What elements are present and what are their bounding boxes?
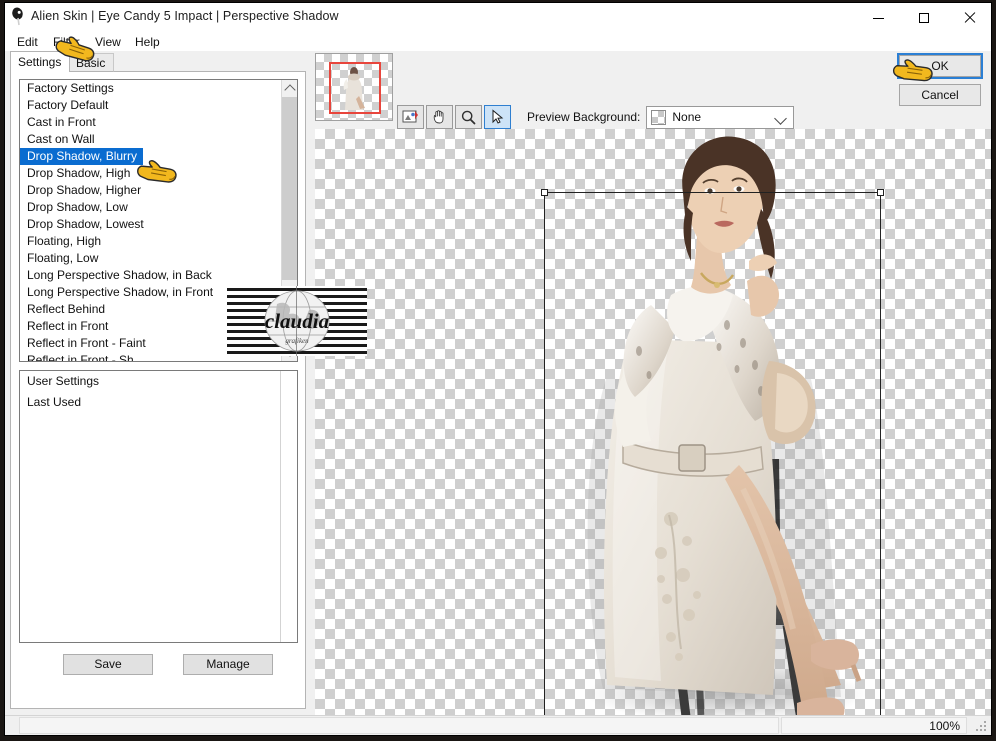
transparency-swatch-icon xyxy=(651,109,667,125)
tab-strip: Settings Basic xyxy=(10,51,306,72)
menu-item-edit[interactable]: Edit xyxy=(14,34,41,50)
claudia-watermark: claudia grafiken xyxy=(227,286,367,356)
list-item-label: Floating, High xyxy=(27,234,102,248)
crop-preview-icon-button[interactable] xyxy=(397,105,424,129)
scrollbar-thumb[interactable] xyxy=(282,97,297,280)
list-item-label: Drop Shadow, High xyxy=(27,166,131,180)
list-item-label: Drop Shadow, Low xyxy=(27,200,128,214)
list-item-label: Floating, Low xyxy=(27,251,99,265)
application-window: Alien Skin | Eye Candy 5 Impact | Perspe… xyxy=(4,2,992,736)
preview-background-select[interactable]: None xyxy=(646,105,795,129)
preview-area: Preview Background: None OK Cancel xyxy=(311,51,991,717)
minimize-button[interactable] xyxy=(856,3,901,32)
save-button[interactable]: Save xyxy=(63,654,153,675)
list-item[interactable]: Drop Shadow, Low xyxy=(20,199,282,216)
select-arrow-icon-button[interactable] xyxy=(484,105,511,129)
status-bar: 100% xyxy=(5,715,991,735)
tab-settings[interactable]: Settings xyxy=(10,51,71,72)
manage-button[interactable]: Manage xyxy=(183,654,273,675)
list-item[interactable]: Drop Shadow, Higher xyxy=(20,182,282,199)
maximize-icon xyxy=(918,12,929,23)
list-item[interactable]: Last Used xyxy=(20,392,297,413)
pan-hand-icon-button[interactable] xyxy=(426,105,453,129)
list-item-label: Drop Shadow, Lowest xyxy=(27,217,144,231)
preset-buttons: Save Manage xyxy=(11,654,307,680)
preview-background-value: None xyxy=(672,110,702,124)
select-arrow-icon xyxy=(492,109,504,124)
list-item[interactable]: Long Perspective Shadow, in Back xyxy=(20,267,282,284)
menu-item-filter[interactable]: Filter xyxy=(50,34,83,50)
tab-basic[interactable]: Basic xyxy=(68,53,115,72)
list-item[interactable]: Floating, Low xyxy=(20,250,282,267)
alien-skin-logo-icon xyxy=(9,6,29,26)
list-item[interactable]: Floating, High xyxy=(20,233,282,250)
zoom-magnifier-icon-button[interactable] xyxy=(455,105,482,129)
thumbnail-viewport-rect[interactable] xyxy=(329,62,381,114)
settings-tab-panel: Factory Settings Factory Default Cast in… xyxy=(10,71,306,709)
list-item-label: Cast on Wall xyxy=(27,132,95,146)
status-zoom-level: 100% xyxy=(781,717,967,734)
preview-canvas[interactable] xyxy=(315,129,991,717)
list-item[interactable]: Drop Shadow, High xyxy=(20,165,282,182)
close-button[interactable] xyxy=(946,3,991,32)
main-content: Settings Basic Factory Settings Factory … xyxy=(5,51,991,717)
selection-handle-top-right[interactable] xyxy=(877,189,884,196)
zoom-magnifier-icon xyxy=(461,110,476,124)
list-item-label: Drop Shadow, Blurry xyxy=(20,148,144,165)
window-title: Alien Skin | Eye Candy 5 Impact | Perspe… xyxy=(31,9,339,23)
chevron-down-icon xyxy=(774,111,788,125)
list-item-label: Long Perspective Shadow, in Back xyxy=(27,268,212,282)
thumbnail-navigator[interactable] xyxy=(315,53,393,121)
dialog-buttons: OK Cancel xyxy=(897,53,983,106)
minimize-icon xyxy=(873,18,884,19)
pan-hand-icon xyxy=(433,109,444,123)
list-item[interactable]: Drop Shadow, Lowest xyxy=(20,216,282,233)
close-icon xyxy=(963,12,975,24)
ok-button[interactable]: OK xyxy=(897,53,983,79)
list-item-label: Drop Shadow, Higher xyxy=(27,183,142,197)
chevron-up-icon xyxy=(283,84,296,96)
selection-handle-top-left[interactable] xyxy=(541,189,548,196)
list-item[interactable]: User Settings xyxy=(20,371,297,392)
list-item[interactable]: Factory Default xyxy=(20,97,282,114)
list-item-label: Factory Default xyxy=(27,98,109,112)
settings-panel: Settings Basic Factory Settings Factory … xyxy=(10,51,306,709)
crop-preview-icon xyxy=(402,110,418,123)
scroll-up-button[interactable] xyxy=(282,80,297,97)
window-controls xyxy=(856,3,991,32)
list-item-label: Factory Settings xyxy=(27,81,114,95)
preview-selection-rect[interactable] xyxy=(541,189,884,717)
list-item[interactable]: Factory Settings xyxy=(20,80,282,97)
menu-item-help[interactable]: Help xyxy=(132,34,163,50)
user-settings-list[interactable]: User Settings Last Used xyxy=(19,370,298,643)
title-bar: Alien Skin | Eye Candy 5 Impact | Perspe… xyxy=(5,3,991,32)
preview-background-label: Preview Background: xyxy=(527,110,641,124)
preview-toolbar: Preview Background: None xyxy=(397,103,795,131)
list-item-label: Cast in Front xyxy=(27,115,96,129)
list-item-selected[interactable]: Drop Shadow, Blurry xyxy=(20,148,282,165)
menu-item-view[interactable]: View xyxy=(92,34,124,50)
svg-text:grafiken: grafiken xyxy=(285,337,309,345)
menu-bar: Edit Filter View Help xyxy=(5,32,991,51)
list-item[interactable]: Cast on Wall xyxy=(20,131,282,148)
resize-grip[interactable] xyxy=(976,721,988,733)
status-message-pane xyxy=(19,717,779,734)
maximize-button[interactable] xyxy=(901,3,946,32)
cancel-button[interactable]: Cancel xyxy=(899,84,981,106)
list-divider xyxy=(280,371,281,642)
list-item[interactable]: Cast in Front xyxy=(20,114,282,131)
